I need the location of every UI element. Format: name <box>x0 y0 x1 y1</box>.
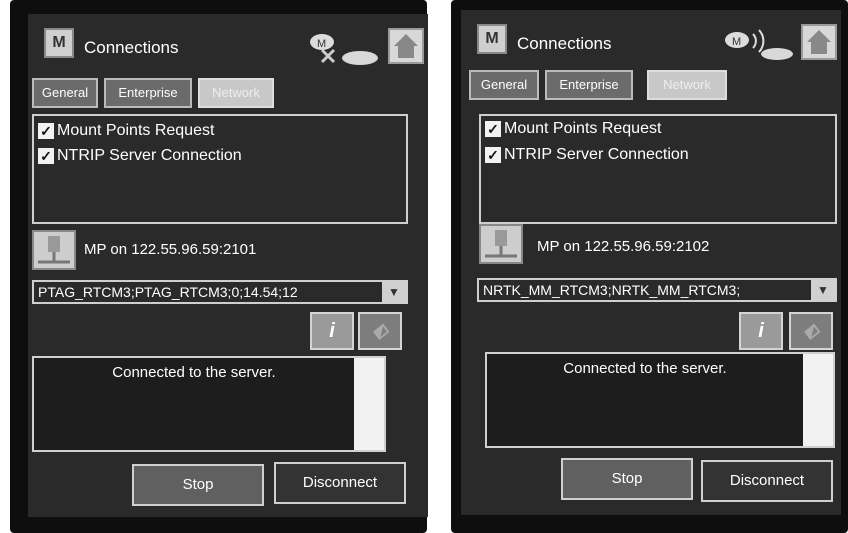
status-message: Connected to the server. <box>112 364 276 381</box>
svg-text:M: M <box>317 38 326 50</box>
home-icon[interactable] <box>801 24 837 60</box>
tab-network[interactable]: Network <box>647 70 727 100</box>
message-scrollbar[interactable] <box>803 354 833 446</box>
mountpoint-dropdown[interactable]: NRTK_MM_RTCM3;NRTK_MM_RTCM3; ▼ <box>477 278 837 302</box>
dropdown-value: NRTK_MM_RTCM3;NRTK_MM_RTCM3; <box>483 282 741 298</box>
mountpoint-icon[interactable] <box>479 224 523 264</box>
tab-enterprise[interactable]: Enterprise <box>104 78 192 108</box>
antenna-icon <box>342 51 378 65</box>
mountpoint-dropdown[interactable]: PTAG_RTCM3;PTAG_RTCM3;0;14.54;12 ▼ <box>32 280 408 304</box>
stop-button[interactable]: Stop <box>561 458 693 500</box>
info-icon[interactable]: i <box>739 312 783 350</box>
screen-right: M Connections M General Enterprise Netwo… <box>461 10 841 515</box>
mount-points-request-checkbox[interactable]: ✓ Mount Points Request <box>38 122 214 142</box>
satellite-x-icon: M <box>310 34 378 65</box>
stop-button[interactable]: Stop <box>132 464 264 506</box>
map-icon[interactable]: ⬖ <box>358 312 402 350</box>
app-m-icon[interactable]: M <box>44 28 74 58</box>
home-icon[interactable] <box>388 28 424 64</box>
checkbox-checked-icon: ✓ <box>38 122 54 139</box>
checkbox-label: NTRIP Server Connection <box>504 146 689 163</box>
ntrip-server-connection-checkbox[interactable]: ✓ NTRIP Server Connection <box>485 146 689 166</box>
satellite-signal-icon: M <box>725 29 793 60</box>
status-message: Connected to the server. <box>563 360 727 377</box>
checkbox-checked-icon: ✓ <box>38 147 54 164</box>
tab-enterprise[interactable]: Enterprise <box>545 70 633 100</box>
mountpoint-label: MP on 122.55.96.59:2101 <box>84 241 257 258</box>
dropdown-value: PTAG_RTCM3;PTAG_RTCM3;0;14.54;12 <box>38 284 298 300</box>
mount-points-request-checkbox[interactable]: ✓ Mount Points Request <box>485 120 661 140</box>
title-bar: M Connections M <box>461 10 841 70</box>
screen-left: M Connections M General Enterprise Netwo… <box>28 14 428 517</box>
disconnect-button[interactable]: Disconnect <box>701 460 833 502</box>
checkbox-label: Mount Points Request <box>504 120 662 137</box>
tab-general[interactable]: General <box>469 70 539 100</box>
status-message-box: Connected to the server. <box>32 356 386 452</box>
info-icon[interactable]: i <box>310 312 354 350</box>
options-panel: ✓ Mount Points Request ✓ NTRIP Server Conn… <box>479 114 837 224</box>
mountpoint-label: MP on 122.55.96.59:2102 <box>537 238 710 255</box>
checkbox-checked-icon: ✓ <box>485 146 501 163</box>
tab-general[interactable]: General <box>32 78 98 108</box>
antenna-icon <box>761 48 793 60</box>
device-right: M Connections M General Enterprise Netwo… <box>451 0 848 533</box>
window-title: Connections <box>84 38 179 57</box>
checkbox-label: Mount Points Request <box>57 122 215 139</box>
device-left: M Connections M General Enterprise Netwo… <box>10 0 428 533</box>
options-panel: ✓ Mount Points Request ✓ NTRIP Server Conn… <box>32 114 408 224</box>
disconnect-button[interactable]: Disconnect <box>274 462 406 504</box>
tab-network[interactable]: Network <box>198 78 274 108</box>
map-icon[interactable]: ⬖ <box>789 312 833 350</box>
message-scrollbar[interactable] <box>354 358 384 450</box>
status-icons: M <box>717 24 797 64</box>
checkbox-label: NTRIP Server Connection <box>57 147 242 164</box>
checkbox-checked-icon: ✓ <box>485 120 501 137</box>
window-title: Connections <box>517 34 612 53</box>
chevron-down-icon[interactable]: ▼ <box>382 282 406 302</box>
mountpoint-icon[interactable] <box>32 230 76 270</box>
status-message-box: Connected to the server. <box>485 352 835 448</box>
app-m-icon[interactable]: M <box>477 24 507 54</box>
ntrip-server-connection-checkbox[interactable]: ✓ NTRIP Server Connection <box>38 147 242 167</box>
chevron-down-icon[interactable]: ▼ <box>811 280 835 300</box>
status-icons: M <box>304 28 384 68</box>
title-bar: M Connections M <box>28 14 428 74</box>
svg-text:M: M <box>732 36 741 48</box>
